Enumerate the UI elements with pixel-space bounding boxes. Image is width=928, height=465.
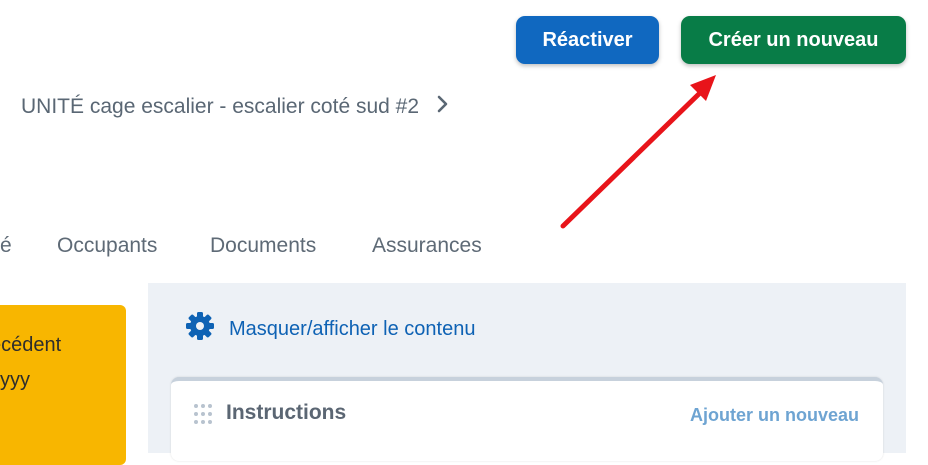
annotation-arrow bbox=[560, 75, 716, 229]
